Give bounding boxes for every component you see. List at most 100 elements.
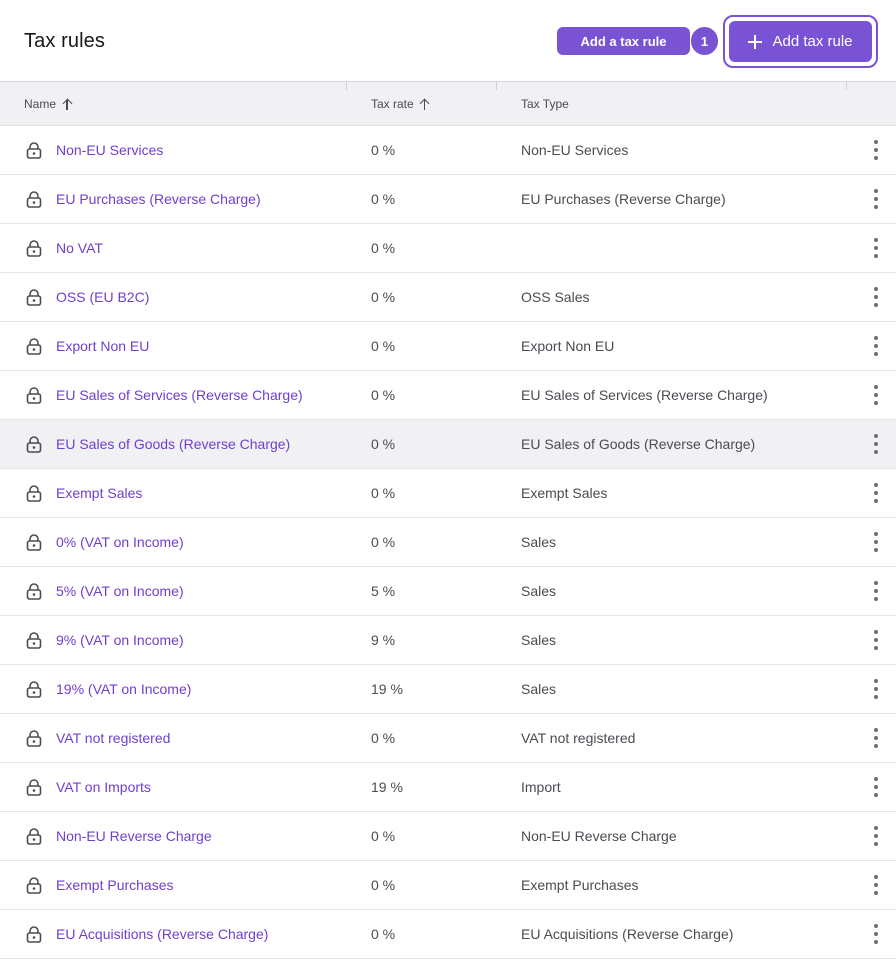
tax-type-value: Exempt Sales	[521, 485, 608, 501]
table-row[interactable]: Exempt Purchases 0 % Exempt Purchases	[0, 861, 896, 910]
tax-rate-value: 0 %	[371, 436, 396, 452]
kebab-menu-icon[interactable]	[868, 826, 884, 846]
tax-rate-value: 9 %	[371, 632, 396, 648]
table-row[interactable]: EU Acquisitions (Reverse Charge) 0 % EU …	[0, 910, 896, 959]
tax-rule-name-link[interactable]: EU Acquisitions (Reverse Charge)	[56, 910, 268, 958]
tax-rate-value: 0 %	[371, 142, 396, 158]
lock-icon	[26, 828, 42, 845]
table-row[interactable]: 0% (VAT on Income) 0 % Sales	[0, 518, 896, 567]
tax-type-value: EU Acquisitions (Reverse Charge)	[521, 926, 734, 942]
tax-rate-value: 19 %	[371, 681, 403, 697]
column-header-tax-rate[interactable]: Tax rate	[371, 82, 430, 126]
tax-rule-name-link[interactable]: Non-EU Reverse Charge	[56, 812, 212, 860]
kebab-menu-icon[interactable]	[868, 287, 884, 307]
add-tax-rule-button[interactable]: Add tax rule	[729, 21, 872, 62]
table-row[interactable]: EU Purchases (Reverse Charge) 0 % EU Pur…	[0, 175, 896, 224]
column-header-tax-type[interactable]: Tax Type	[521, 82, 569, 126]
lock-icon	[26, 926, 42, 943]
tax-rule-name-link[interactable]: No VAT	[56, 224, 103, 272]
lock-icon	[26, 142, 42, 159]
kebab-menu-icon[interactable]	[868, 679, 884, 699]
arrow-up-icon	[420, 98, 430, 110]
lock-icon	[26, 289, 42, 306]
lock-icon	[26, 681, 42, 698]
column-divider[interactable]	[496, 82, 497, 90]
kebab-menu-icon[interactable]	[868, 875, 884, 895]
tax-rule-name-link[interactable]: EU Sales of Goods (Reverse Charge)	[56, 420, 290, 468]
kebab-menu-icon[interactable]	[868, 777, 884, 797]
tax-rule-name-link[interactable]: EU Sales of Services (Reverse Charge)	[56, 371, 303, 419]
table-header: Name Tax rate Tax Type	[0, 81, 896, 126]
tax-rate-value: 5 %	[371, 583, 396, 599]
table-row[interactable]: Non-EU Reverse Charge 0 % Non-EU Reverse…	[0, 812, 896, 861]
lock-icon	[26, 779, 42, 796]
lock-icon	[26, 632, 42, 649]
column-header-tax-rate-label: Tax rate	[371, 97, 414, 111]
table-body: Non-EU Services 0 % Non-EU Services EU P…	[0, 126, 896, 959]
table-row[interactable]: VAT not registered 0 % VAT not registere…	[0, 714, 896, 763]
add-tax-rule-hint[interactable]: Add a tax rule	[557, 27, 690, 55]
kebab-menu-icon[interactable]	[868, 336, 884, 356]
tax-rule-name-link[interactable]: EU Purchases (Reverse Charge)	[56, 175, 261, 223]
kebab-menu-icon[interactable]	[868, 189, 884, 209]
table-row[interactable]: VAT on Imports 19 % Import	[0, 763, 896, 812]
tax-rate-value: 19 %	[371, 779, 403, 795]
table-row[interactable]: EU Sales of Services (Reverse Charge) 0 …	[0, 371, 896, 420]
tax-rule-name-link[interactable]: Exempt Purchases	[56, 861, 174, 909]
column-divider[interactable]	[846, 82, 847, 90]
table-row[interactable]: 19% (VAT on Income) 19 % Sales	[0, 665, 896, 714]
lock-icon	[26, 583, 42, 600]
table-row[interactable]: 9% (VAT on Income) 9 % Sales	[0, 616, 896, 665]
tax-rule-name-link[interactable]: Export Non EU	[56, 322, 149, 370]
table-row[interactable]: OSS (EU B2C) 0 % OSS Sales	[0, 273, 896, 322]
table-row[interactable]: Export Non EU 0 % Export Non EU	[0, 322, 896, 371]
column-header-name-label: Name	[24, 97, 57, 111]
kebab-menu-icon[interactable]	[868, 630, 884, 650]
tax-rule-name-link[interactable]: VAT not registered	[56, 714, 170, 762]
add-tax-rule-label: Add tax rule	[772, 33, 853, 50]
tax-rate-value: 0 %	[371, 387, 396, 403]
kebab-menu-icon[interactable]	[868, 924, 884, 944]
lock-icon	[26, 240, 42, 257]
tax-rule-name-link[interactable]: 9% (VAT on Income)	[56, 616, 184, 664]
kebab-menu-icon[interactable]	[868, 581, 884, 601]
add-tax-rule-focus-ring: Add tax rule	[723, 15, 878, 68]
kebab-menu-icon[interactable]	[868, 434, 884, 454]
step-badge: 1	[691, 27, 718, 55]
tax-rate-value: 0 %	[371, 926, 396, 942]
tax-rate-value: 0 %	[371, 338, 396, 354]
table-row[interactable]: Exempt Sales 0 % Exempt Sales	[0, 469, 896, 518]
tax-type-value: EU Purchases (Reverse Charge)	[521, 191, 726, 207]
lock-icon	[26, 338, 42, 355]
table-row[interactable]: 5% (VAT on Income) 5 % Sales	[0, 567, 896, 616]
tax-type-value: VAT not registered	[521, 730, 636, 746]
tax-rate-value: 0 %	[371, 828, 396, 844]
kebab-menu-icon[interactable]	[868, 140, 884, 160]
tax-rule-name-link[interactable]: Exempt Sales	[56, 469, 142, 517]
kebab-menu-icon[interactable]	[868, 728, 884, 748]
table-row[interactable]: No VAT 0 %	[0, 224, 896, 273]
page-header: Tax rules Add a tax rule 1 Add tax rule	[0, 0, 896, 82]
kebab-menu-icon[interactable]	[868, 238, 884, 258]
kebab-menu-icon[interactable]	[868, 532, 884, 552]
tax-rule-name-link[interactable]: 5% (VAT on Income)	[56, 567, 184, 615]
column-header-name[interactable]: Name	[24, 82, 72, 126]
tax-rule-name-link[interactable]: Non-EU Services	[56, 126, 163, 174]
lock-icon	[26, 436, 42, 453]
kebab-menu-icon[interactable]	[868, 385, 884, 405]
tax-rule-name-link[interactable]: 19% (VAT on Income)	[56, 665, 191, 713]
tax-rule-name-link[interactable]: OSS (EU B2C)	[56, 273, 149, 321]
tax-rule-name-link[interactable]: 0% (VAT on Income)	[56, 518, 184, 566]
tax-type-value: Non-EU Reverse Charge	[521, 828, 677, 844]
table-row[interactable]: EU Sales of Goods (Reverse Charge) 0 % E…	[0, 420, 896, 469]
table-row[interactable]: Non-EU Services 0 % Non-EU Services	[0, 126, 896, 175]
tax-rate-value: 0 %	[371, 534, 396, 550]
lock-icon	[26, 534, 42, 551]
tax-rule-name-link[interactable]: VAT on Imports	[56, 763, 151, 811]
tax-rate-value: 0 %	[371, 730, 396, 746]
column-divider[interactable]	[346, 82, 347, 90]
tax-type-value: OSS Sales	[521, 289, 590, 305]
kebab-menu-icon[interactable]	[868, 483, 884, 503]
tax-type-value: EU Sales of Goods (Reverse Charge)	[521, 436, 756, 452]
tax-rate-value: 0 %	[371, 485, 396, 501]
